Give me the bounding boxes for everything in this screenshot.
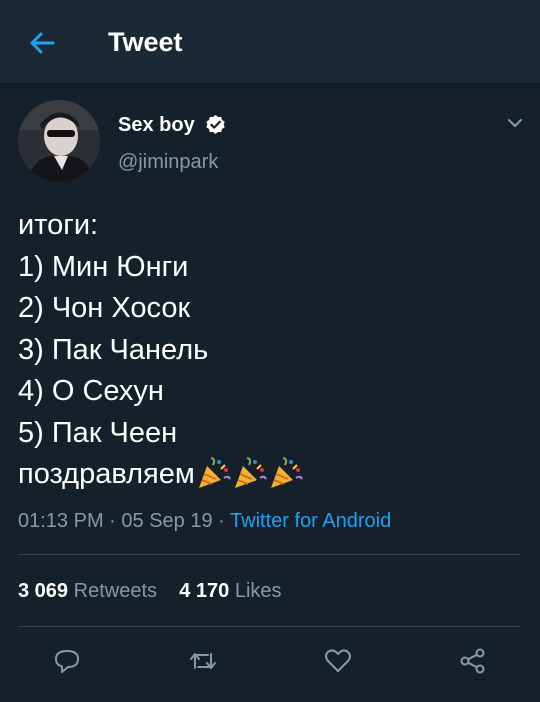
likes-count: 4 170	[179, 580, 230, 602]
tweet-line-last: поздравляем	[18, 454, 523, 502]
tweet-line: 1) Мин Юнги	[18, 250, 189, 283]
party-popper-icon	[198, 457, 231, 488]
tweet-line: итоги:	[18, 209, 99, 241]
verified-badge-icon	[206, 115, 225, 134]
emoji-group	[197, 457, 305, 502]
top-bar: Tweet	[0, 0, 540, 84]
meta-separator: ·	[109, 510, 122, 532]
party-popper-icon	[234, 457, 267, 488]
tweet-text: итоги: 1) Мин Юнги 2) Чон Хосок 3) Пак Ч…	[18, 205, 523, 502]
likes-label: Likes	[234, 580, 282, 602]
avatar[interactable]	[18, 100, 100, 182]
avatar-image	[18, 100, 100, 182]
divider	[18, 626, 521, 627]
like-icon[interactable]	[323, 646, 353, 676]
tweet-line-text: поздравляем	[18, 458, 195, 490]
display-name[interactable]: Sex boy	[118, 114, 195, 137]
tweet-meta: 01:13 PM · 05 Sep 19 · Twitter for Andro…	[18, 510, 391, 533]
retweets-stat[interactable]: 3 069 Retweets	[18, 580, 157, 602]
meta-separator: ·	[218, 510, 231, 532]
user-handle[interactable]: @jiminpark	[118, 151, 218, 174]
arrow-left-icon[interactable]	[28, 29, 56, 57]
tweet-line: 5) Пак Чеен	[18, 416, 178, 449]
tweet-source-link[interactable]: Twitter for Android	[230, 510, 391, 532]
retweet-icon[interactable]	[188, 646, 218, 676]
tweet-stats: 3 069 Retweets 4 170 Likes	[18, 580, 282, 603]
divider	[18, 554, 521, 555]
tweet-line: 3) Пак Чанель	[18, 333, 209, 366]
share-icon[interactable]	[458, 646, 488, 676]
tweet-time: 01:13 PM	[18, 510, 104, 532]
tweet-date: 05 Sep 19	[121, 510, 213, 532]
retweets-count: 3 069	[18, 580, 69, 602]
chevron-down-icon[interactable]	[506, 116, 524, 130]
likes-stat[interactable]: 4 170 Likes	[179, 580, 281, 602]
page-title: Tweet	[108, 27, 183, 57]
party-popper-icon	[270, 457, 303, 488]
tweet-line: 2) Чон Хосок	[18, 292, 191, 324]
retweets-label: Retweets	[73, 580, 157, 602]
reply-icon[interactable]	[52, 646, 82, 676]
tweet-line: 4) О Сехун	[18, 375, 164, 407]
